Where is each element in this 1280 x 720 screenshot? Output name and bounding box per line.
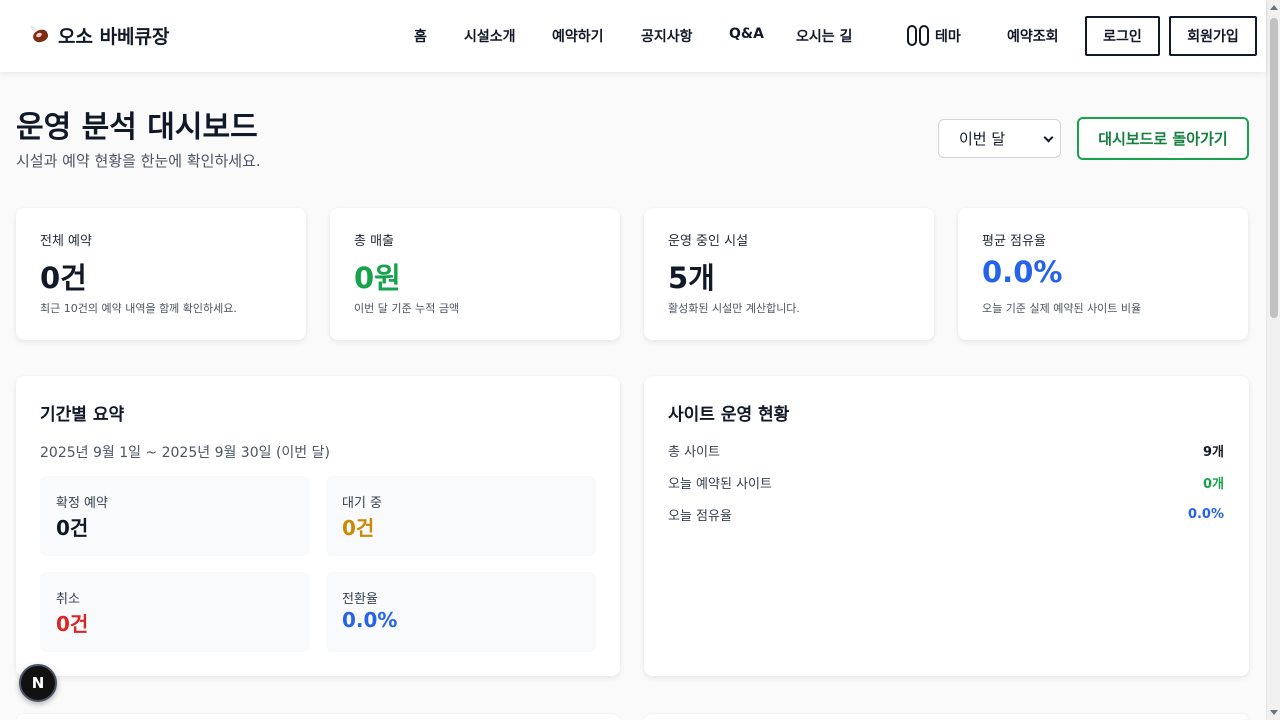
next-section-card	[16, 714, 620, 720]
stat-label: 전체 예약	[40, 234, 92, 249]
summary-label: 전환율	[342, 592, 378, 607]
stat-description: 최근 10건의 예약 내역을 함께 확인하세요.	[40, 302, 237, 315]
stat-value: 0원	[354, 261, 401, 295]
stat-value: 0건	[40, 261, 87, 295]
scrollbar-thumb[interactable]	[1270, 18, 1278, 318]
date-range: 2025년 9월 1일 ~ 2025년 9월 30일 (이번 달)	[40, 445, 330, 461]
nav-directions[interactable]: 오시는 길	[796, 26, 852, 46]
site-row-value: 0.0%	[1187, 506, 1224, 522]
summary-label: 확정 예약	[56, 496, 108, 511]
stat-value: 5개	[668, 261, 715, 295]
nav-facilities[interactable]: 시설소개	[464, 26, 516, 46]
brand-name: 오소 바베큐장	[58, 26, 170, 48]
stat-card-total-reservations: 전체 예약 0건 최근 10건의 예약 내역을 함께 확인하세요.	[16, 208, 306, 340]
nav-qna[interactable]: Q&A	[729, 26, 764, 42]
theme-toggle[interactable]: 테마	[907, 25, 961, 46]
theme-icon	[907, 25, 930, 46]
site-row-label: 오늘 예약된 사이트	[668, 476, 772, 492]
site-row-label: 총 사이트	[668, 444, 720, 460]
nav-reservation-lookup[interactable]: 예약조회	[1007, 26, 1059, 46]
signup-button[interactable]: 회원가입	[1169, 16, 1257, 56]
summary-label: 대기 중	[342, 496, 383, 511]
summary-value: 0.0%	[342, 608, 398, 632]
nav-notices[interactable]: 공지사항	[641, 26, 693, 46]
stat-description: 이번 달 기준 누적 금액	[354, 302, 460, 315]
meat-icon	[28, 24, 52, 48]
scroll-up-arrow-icon[interactable]	[1270, 5, 1278, 10]
page-title: 운영 분석 대시보드	[16, 110, 258, 145]
period-select[interactable]: 이번 달	[938, 119, 1061, 158]
section-title: 사이트 운영 현황	[668, 405, 790, 425]
brand-logo[interactable]: 오소 바베큐장	[28, 22, 170, 49]
site-row-booked-today: 오늘 예약된 사이트 0개	[668, 472, 1224, 492]
stat-label: 운영 중인 시설	[668, 234, 749, 249]
summary-confirmed: 확정 예약 0건	[40, 476, 310, 556]
site-row-total: 총 사이트 9개	[668, 440, 1224, 460]
page-scrollbar[interactable]	[1266, 0, 1280, 720]
stat-value: 0.0%	[982, 255, 1063, 289]
period-select-value: 이번 달	[959, 130, 1006, 148]
nav-reservation[interactable]: 예약하기	[552, 26, 604, 46]
site-row-value: 0개	[1202, 476, 1224, 492]
next-section-card	[644, 714, 1249, 720]
scroll-down-arrow-icon[interactable]	[1270, 710, 1278, 715]
theme-label: 테마	[935, 28, 961, 45]
summary-label: 취소	[56, 592, 80, 607]
back-to-dashboard-button[interactable]: 대시보드로 돌아가기	[1077, 117, 1249, 160]
top-navbar: 오소 바베큐장 홈 시설소개 예약하기 공지사항 Q&A 오시는 길 테마 예약…	[0, 0, 1266, 72]
nav-home[interactable]: 홈	[414, 26, 427, 46]
dev-tools-badge[interactable]: N	[19, 664, 57, 702]
summary-conversion-rate: 전환율 0.0%	[326, 572, 596, 652]
summary-value: 0건	[56, 516, 89, 540]
summary-cancelled: 취소 0건	[40, 572, 310, 652]
summary-value: 0건	[342, 516, 375, 540]
stat-label: 총 매출	[354, 234, 395, 249]
stat-card-average-occupancy: 평균 점유율 0.0% 오늘 기준 실제 예약된 사이트 비율	[958, 208, 1248, 340]
summary-value: 0건	[56, 612, 89, 636]
site-row-occupancy-today: 오늘 점유율 0.0%	[668, 504, 1224, 524]
stat-description: 오늘 기준 실제 예약된 사이트 비율	[982, 302, 1142, 315]
page-subtitle: 시설과 예약 현황을 한눈에 확인하세요.	[16, 152, 261, 170]
section-title: 기간별 요약	[40, 405, 125, 425]
site-status-card: 사이트 운영 현황 총 사이트 9개 오늘 예약된 사이트 0개 오늘 점유율 …	[644, 376, 1249, 676]
site-row-label: 오늘 점유율	[668, 508, 732, 524]
period-summary-card: 기간별 요약 2025년 9월 1일 ~ 2025년 9월 30일 (이번 달)…	[16, 376, 620, 676]
stat-card-active-facilities: 운영 중인 시설 5개 활성화된 시설만 계산합니다.	[644, 208, 934, 340]
stat-card-total-revenue: 총 매출 0원 이번 달 기준 누적 금액	[330, 208, 620, 340]
site-row-value: 9개	[1202, 444, 1224, 460]
summary-pending: 대기 중 0건	[326, 476, 596, 556]
login-button[interactable]: 로그인	[1085, 16, 1160, 56]
stat-label: 평균 점유율	[982, 234, 1046, 249]
chevron-down-icon	[1043, 132, 1054, 143]
stat-description: 활성화된 시설만 계산합니다.	[668, 302, 800, 315]
